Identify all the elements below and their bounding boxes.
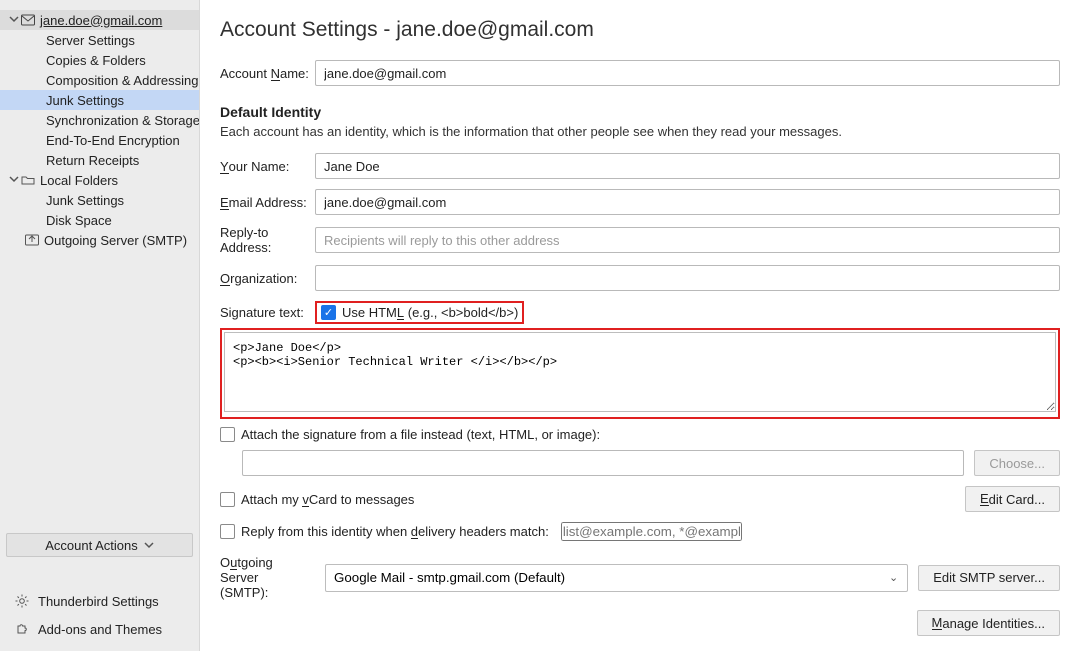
chevron-down-icon xyxy=(8,174,20,187)
org-input[interactable] xyxy=(315,265,1060,291)
sidebar-item-lf-junk[interactable]: Junk Settings xyxy=(0,190,199,210)
account-tree: jane.doe@gmail.com Server Settings Copie… xyxy=(0,10,199,525)
sig-label: Signature text: xyxy=(220,305,315,320)
sidebar-item-copies-folders[interactable]: Copies & Folders xyxy=(0,50,199,70)
outgoing-row: Outgoing Server (SMTP): Google Mail - sm… xyxy=(220,555,1060,600)
your-name-label: Your Name: xyxy=(220,159,315,174)
sidebar-item-composition[interactable]: Composition & Addressing xyxy=(0,70,199,90)
signature-highlight xyxy=(220,328,1060,419)
reply-match-input[interactable] xyxy=(561,522,742,541)
main-panel: Account Settings - jane.doe@gmail.com Ac… xyxy=(200,0,1080,651)
account-name-row: Account Name: xyxy=(220,60,1060,86)
local-folders-label: Local Folders xyxy=(38,173,118,188)
account-name-label: Account Name: xyxy=(220,66,315,81)
account-name-input[interactable] xyxy=(315,60,1060,86)
sidebar-item-server-settings[interactable]: Server Settings xyxy=(0,30,199,50)
manage-identities-row: Manage Identities... xyxy=(220,610,1060,636)
account-row[interactable]: jane.doe@gmail.com xyxy=(0,10,199,30)
folder-icon xyxy=(20,172,36,188)
sidebar: jane.doe@gmail.com Server Settings Copie… xyxy=(0,0,200,651)
thunderbird-settings-link[interactable]: Thunderbird Settings xyxy=(6,587,193,615)
edit-card-button[interactable]: Edit Card... xyxy=(965,486,1060,512)
sig-label-row: Signature text: ✓ Use HTML (e.g., <b>bol… xyxy=(220,301,1060,324)
manage-identities-button[interactable]: Manage Identities... xyxy=(917,610,1060,636)
account-actions-button[interactable]: Account Actions xyxy=(6,533,193,557)
reply-match-row: Reply from this identity when delivery h… xyxy=(220,522,1060,541)
signature-file-input[interactable] xyxy=(242,450,964,476)
gear-icon xyxy=(14,593,30,609)
mail-account-icon xyxy=(20,12,36,28)
email-row: Email Address: xyxy=(220,189,1060,215)
attach-vcard-checkbox[interactable] xyxy=(220,492,235,507)
org-label: Organization: xyxy=(220,271,315,286)
chevron-down-icon xyxy=(144,538,154,553)
reply-match-checkbox[interactable] xyxy=(220,524,235,539)
attach-file-checkbox[interactable] xyxy=(220,427,235,442)
reply-match-label: Reply from this identity when delivery h… xyxy=(241,524,549,539)
puzzle-icon xyxy=(14,621,30,637)
your-name-input[interactable] xyxy=(315,153,1060,179)
edit-smtp-button[interactable]: Edit SMTP server... xyxy=(918,565,1060,591)
use-html-checkbox[interactable]: ✓ xyxy=(321,305,336,320)
attach-file-input-row: Choose... xyxy=(242,450,1060,476)
attach-file-label: Attach the signature from a file instead… xyxy=(241,427,600,442)
signature-textarea[interactable] xyxy=(224,332,1056,412)
choose-button[interactable]: Choose... xyxy=(974,450,1060,476)
sidebar-item-sync-storage[interactable]: Synchronization & Storage xyxy=(0,110,199,130)
outgoing-server-row[interactable]: Outgoing Server (SMTP) xyxy=(0,230,199,250)
email-input[interactable] xyxy=(315,189,1060,215)
replyto-row: Reply-to Address: xyxy=(220,225,1060,255)
sidebar-item-junk[interactable]: Junk Settings xyxy=(0,90,199,110)
default-identity-sub: Each account has an identity, which is t… xyxy=(220,124,1060,139)
local-folders-row[interactable]: Local Folders xyxy=(0,170,199,190)
account-name: jane.doe@gmail.com xyxy=(38,13,162,28)
outgoing-server-select[interactable]: Google Mail - smtp.gmail.com (Default) xyxy=(325,564,908,592)
chevron-down-icon xyxy=(8,14,20,27)
replyto-input[interactable] xyxy=(315,227,1060,253)
default-identity-title: Default Identity xyxy=(220,104,1060,120)
sidebar-item-e2e[interactable]: End-To-End Encryption xyxy=(0,130,199,150)
outgoing-server-icon xyxy=(24,232,40,248)
attach-vcard-label: Attach my vCard to messages xyxy=(241,492,414,507)
use-html-label: Use HTML (e.g., <b>bold</b>) xyxy=(342,305,518,320)
addons-themes-link[interactable]: Add-ons and Themes xyxy=(6,615,193,643)
page-title: Account Settings - jane.doe@gmail.com xyxy=(220,18,1060,42)
your-name-row: Your Name: xyxy=(220,153,1060,179)
org-row: Organization: xyxy=(220,265,1060,291)
replyto-label: Reply-to Address: xyxy=(220,225,315,255)
sidebar-item-return-receipts[interactable]: Return Receipts xyxy=(0,150,199,170)
attach-file-row: Attach the signature from a file instead… xyxy=(220,427,1060,442)
sidebar-bottom: Account Actions Thunderbird Settings Add… xyxy=(0,525,199,651)
attach-vcard-row: Attach my vCard to messages Edit Card... xyxy=(220,486,1060,512)
email-label: Email Address: xyxy=(220,195,315,210)
sidebar-item-lf-disk[interactable]: Disk Space xyxy=(0,210,199,230)
use-html-highlight: ✓ Use HTML (e.g., <b>bold</b>) xyxy=(315,301,524,324)
outgoing-label: Outgoing Server (SMTP): xyxy=(220,555,315,600)
